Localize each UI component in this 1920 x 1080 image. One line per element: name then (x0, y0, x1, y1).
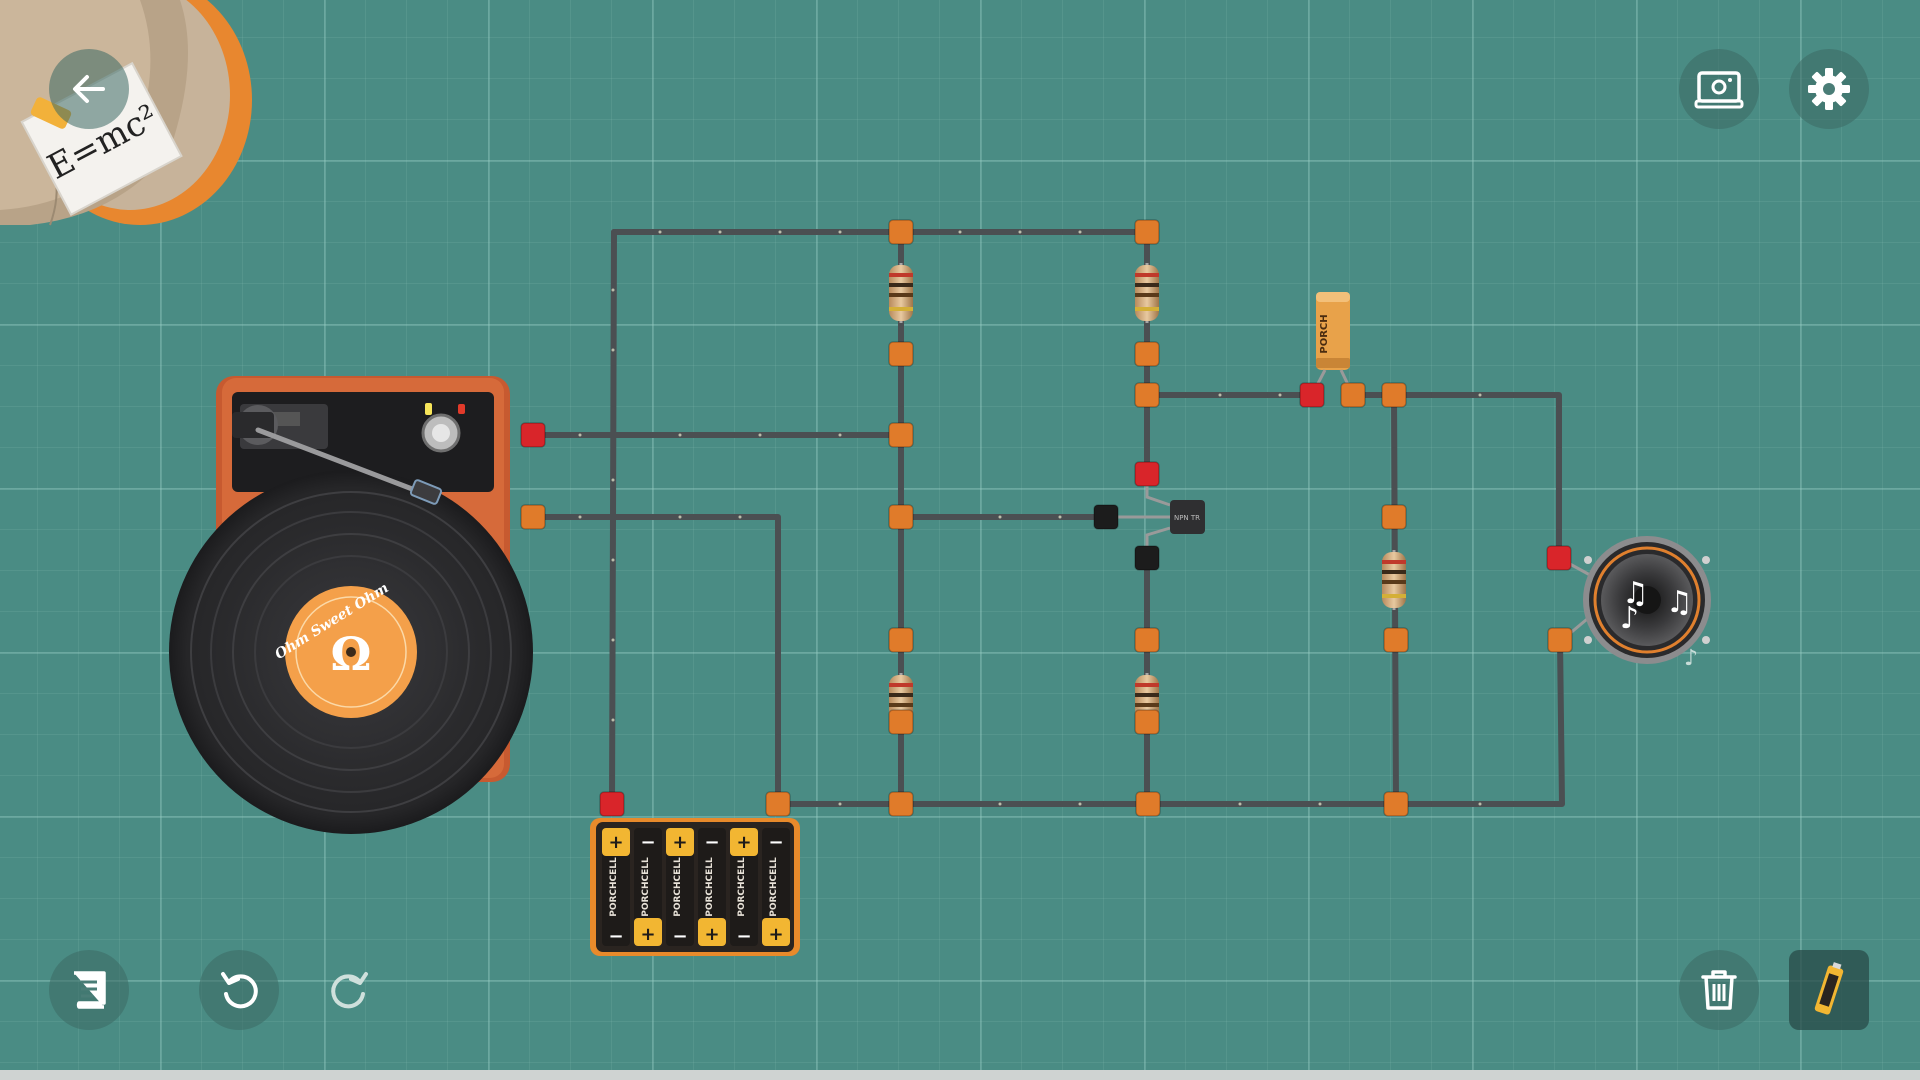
battery-brand-label: PORCHCELL (609, 857, 619, 917)
battery-brand-label: PORCHCELL (737, 857, 747, 917)
battery-cell-3: + − PORCHCELL (666, 828, 694, 947)
redo-icon (331, 972, 368, 1009)
battery-cell-4: + − PORCHCELL (698, 828, 726, 946)
battery-pack[interactable]: +−PORCHCELL+−PORCHCELL+−PORCHCELL+−PORCH… (590, 818, 800, 956)
svg-text:+: + (736, 832, 751, 853)
back-button[interactable] (49, 49, 129, 129)
delete-button[interactable] (1679, 950, 1759, 1030)
wire-turntable-orange (530, 514, 781, 807)
connection-node-18[interactable] (1135, 791, 1161, 817)
connection-node-13[interactable] (1134, 461, 1160, 487)
svg-text:−: − (768, 832, 783, 853)
power-led (425, 403, 432, 415)
turntable[interactable]: Ohm Sweet Ohm Ω (169, 376, 533, 834)
resistor-2[interactable] (1135, 263, 1159, 323)
svg-text:−: − (608, 926, 623, 947)
svg-text:−: − (736, 926, 751, 947)
battery-cell-5: + − PORCHCELL (730, 828, 758, 947)
battery-cell-2: + − PORCHCELL (634, 828, 662, 946)
screenshot-button[interactable] (1679, 49, 1759, 129)
resistor-1[interactable] (889, 263, 913, 323)
connection-node-20[interactable] (1340, 382, 1366, 408)
music-note-4: ♪ (1684, 646, 1698, 671)
connection-node-21[interactable] (1381, 382, 1407, 408)
wire-speaker-top (1350, 392, 1562, 561)
battery-inventory-icon (1814, 962, 1844, 1015)
inventory-button[interactable] (1789, 950, 1869, 1030)
svg-text:+: + (768, 924, 783, 945)
connection-node-11[interactable] (888, 791, 914, 817)
connection-node-15[interactable] (1134, 545, 1160, 571)
wires (530, 229, 1565, 807)
connection-node-16[interactable] (1134, 627, 1160, 653)
connection-node-1[interactable] (520, 422, 546, 448)
connection-node-12[interactable] (1134, 382, 1160, 408)
connection-node-4[interactable] (1134, 219, 1160, 245)
connection-node-24[interactable] (1383, 791, 1409, 817)
power-led-red (458, 404, 465, 414)
battery-cell-6: + − PORCHCELL (762, 828, 790, 946)
connection-node-2[interactable] (520, 504, 546, 530)
connection-node-23[interactable] (1383, 627, 1409, 653)
back-arrow-icon (73, 75, 105, 103)
music-note-3: ♫ (1666, 585, 1693, 620)
connection-node-27[interactable] (599, 791, 625, 817)
capacitor[interactable]: PORCH (1310, 292, 1355, 396)
journal-button[interactable] (49, 950, 129, 1030)
gear-icon (1808, 68, 1850, 110)
connection-node-26[interactable] (1547, 627, 1573, 653)
bottom-edge (0, 1070, 1920, 1080)
connection-node-10[interactable] (888, 709, 914, 735)
battery-cell-1: + − PORCHCELL (602, 828, 630, 947)
connection-node-6[interactable] (1134, 341, 1160, 367)
battery-brand-label: PORCHCELL (705, 857, 715, 917)
svg-text:−: − (640, 832, 655, 853)
svg-text:+: + (672, 832, 687, 853)
connection-node-7[interactable] (888, 422, 914, 448)
music-note-2: ♪ (1620, 601, 1639, 636)
connection-node-19[interactable] (1299, 382, 1325, 408)
camera-icon (1694, 71, 1744, 109)
battery-brand-label: PORCHCELL (769, 857, 779, 917)
settings-button[interactable] (1789, 49, 1869, 129)
svg-text:−: − (672, 926, 687, 947)
svg-text:+: + (640, 924, 655, 945)
connection-node-3[interactable] (888, 219, 914, 245)
resistor-5[interactable] (1382, 550, 1406, 610)
connection-node-28[interactable] (765, 791, 791, 817)
svg-text:+: + (704, 924, 719, 945)
connection-node-9[interactable] (888, 627, 914, 653)
book-icon (74, 971, 106, 1009)
circuit-board[interactable]: E=mc² Ohm Sweet Ohm Ω +−PORCHCELL+−PORCH… (0, 0, 1920, 1080)
transistor-label: NPN TR (1174, 514, 1200, 522)
connection-node-25[interactable] (1546, 545, 1572, 571)
battery-brand-label: PORCHCELL (641, 857, 651, 917)
connection-node-22[interactable] (1381, 504, 1407, 530)
trash-icon (1701, 970, 1737, 1010)
connection-node-14[interactable] (1093, 504, 1119, 530)
connection-node-17[interactable] (1134, 709, 1160, 735)
svg-text:+: + (608, 832, 623, 853)
undo-button[interactable] (199, 950, 279, 1030)
svg-text:−: − (704, 832, 719, 853)
connection-node-5[interactable] (888, 341, 914, 367)
redo-button[interactable] (310, 950, 390, 1030)
undo-icon (221, 972, 258, 1009)
connection-node-8[interactable] (888, 504, 914, 530)
capacitor-label: PORCH (1319, 314, 1330, 353)
battery-brand-label: PORCHCELL (673, 857, 683, 917)
